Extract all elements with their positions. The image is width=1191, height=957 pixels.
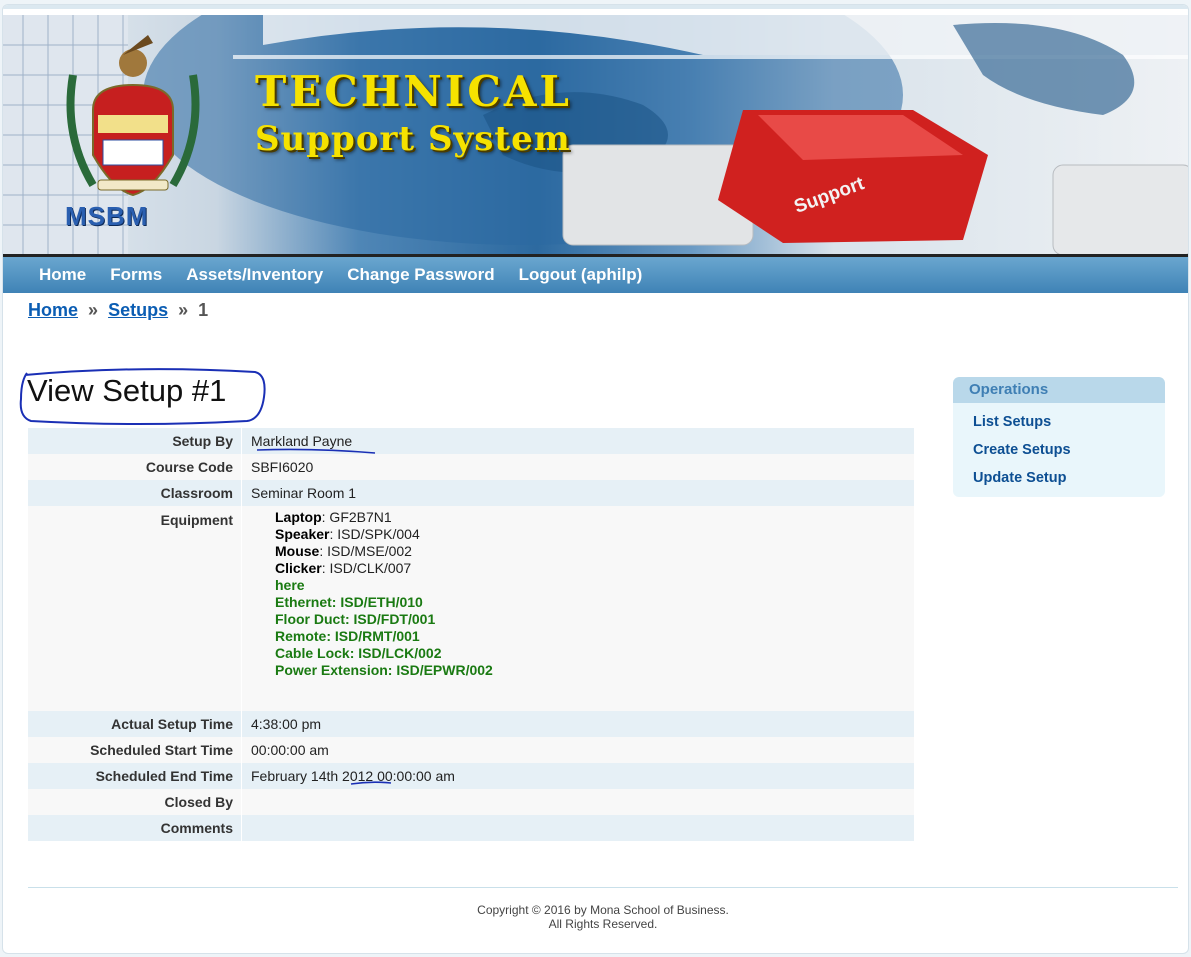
field-label: Closed By — [28, 789, 242, 815]
list-item: Laptop: GF2B7N1 — [275, 509, 392, 525]
field-label: Actual Setup Time — [28, 711, 242, 737]
field-label: Setup By — [28, 428, 242, 454]
banner-title-line2: Support System — [255, 119, 571, 159]
breadcrumb-setups-link[interactable]: Setups — [108, 300, 168, 320]
detail-row-comments: Comments — [28, 815, 914, 841]
footer-divider — [28, 887, 1178, 888]
footer: Copyright © 2016 by Mona School of Busin… — [28, 903, 1178, 931]
detail-row-classroom: Classroom Seminar Room 1 — [28, 480, 914, 506]
detail-row-course-code: Course Code SBFI6020 — [28, 454, 914, 480]
field-label: Classroom — [28, 480, 242, 506]
operations-menu: List Setups Create Setups Update Setup — [953, 411, 1165, 495]
detail-row-closed-by: Closed By — [28, 789, 914, 815]
detail-row-scheduled-end-time: Scheduled End Time February 14th 2012 00… — [28, 763, 914, 789]
scheduled-start-time-value: 00:00:00 am — [251, 742, 329, 758]
header-banner: TECHNICAL Support System MSBM Support — [3, 15, 1188, 257]
breadcrumb-separator: » — [88, 300, 99, 320]
list-item: Speaker: ISD/SPK/004 — [275, 526, 420, 542]
nav-item-change-password[interactable]: Change Password — [347, 265, 494, 285]
equipment-value: Laptop: GF2B7N1 Speaker: ISD/SPK/004 Mou… — [242, 506, 915, 711]
breadcrumb-home-link[interactable]: Home — [28, 300, 78, 320]
list-item: Ethernet: ISD/ETH/010 — [275, 594, 423, 610]
list-item: Power Extension: ISD/EPWR/002 — [275, 662, 493, 678]
detail-row-setup-by: Setup By Markland Payne — [28, 428, 914, 454]
create-setups-link[interactable]: Create Setups — [973, 439, 1165, 467]
rights-text: All Rights Reserved. — [548, 917, 658, 931]
field-label: Course Code — [28, 454, 242, 480]
page-title: View Setup #1 — [27, 373, 227, 408]
detail-row-actual-setup-time: Actual Setup Time 4:38:00 pm — [28, 711, 914, 737]
equipment-list: Laptop: GF2B7N1 Speaker: ISD/SPK/004 Mou… — [251, 509, 914, 679]
banner-artwork — [3, 15, 1188, 254]
list-item: Mouse: ISD/MSE/002 — [275, 543, 412, 559]
detail-row-scheduled-start-time: Scheduled Start Time 00:00:00 am — [28, 737, 914, 763]
breadcrumb: Home » Setups » 1 — [28, 300, 208, 321]
operations-title: Operations — [953, 377, 1165, 403]
nav-item-forms[interactable]: Forms — [110, 265, 162, 285]
msbm-logo-text: MSBM — [65, 201, 149, 231]
banner-title-line1: TECHNICAL — [255, 67, 572, 116]
field-label: Equipment — [28, 506, 242, 711]
field-label: Scheduled End Time — [28, 763, 242, 789]
list-setups-link[interactable]: List Setups — [973, 411, 1165, 439]
breadcrumb-current: 1 — [198, 300, 209, 320]
comments-value — [242, 815, 915, 841]
end-year-underline-annotation — [350, 781, 392, 785]
closed-by-value — [242, 789, 915, 815]
scheduled-end-time-value: February 14th 2012 00:00:00 am — [251, 768, 455, 784]
top-border — [3, 5, 1188, 9]
main-nav: Home Forms Assets/Inventory Change Passw… — [3, 257, 1188, 293]
list-item: here — [275, 577, 305, 593]
nav-item-home[interactable]: Home — [39, 265, 86, 285]
breadcrumb-separator: » — [178, 300, 189, 320]
classroom-value: Seminar Room 1 — [251, 485, 357, 501]
list-item: Cable Lock: ISD/LCK/002 — [275, 645, 442, 661]
copyright-text: Copyright © 2016 by Mona School of Busin… — [477, 903, 729, 917]
setup-by-underline-annotation — [256, 448, 376, 454]
nav-item-logout[interactable]: Logout (aphilp) — [519, 265, 643, 285]
setup-detail-table: Setup By Markland Payne Course Code SBFI… — [28, 428, 914, 841]
field-label: Scheduled Start Time — [28, 737, 242, 763]
nav-item-assets-inventory[interactable]: Assets/Inventory — [186, 265, 323, 285]
list-item: Floor Duct: ISD/FDT/001 — [275, 611, 436, 627]
operations-portlet: Operations List Setups Create Setups Upd… — [953, 377, 1165, 497]
page: TECHNICAL Support System MSBM Support Ho… — [2, 4, 1189, 954]
field-label: Comments — [28, 815, 242, 841]
list-item: Remote: ISD/RMT/001 — [275, 628, 420, 644]
actual-setup-time-value: 4:38:00 pm — [251, 716, 322, 732]
detail-row-equipment: Equipment Laptop: GF2B7N1 Speaker: ISD/S… — [28, 506, 914, 711]
update-setup-link[interactable]: Update Setup — [973, 467, 1165, 495]
course-code-value: SBFI6020 — [251, 459, 314, 475]
list-item: Clicker: ISD/CLK/007 — [275, 560, 412, 576]
